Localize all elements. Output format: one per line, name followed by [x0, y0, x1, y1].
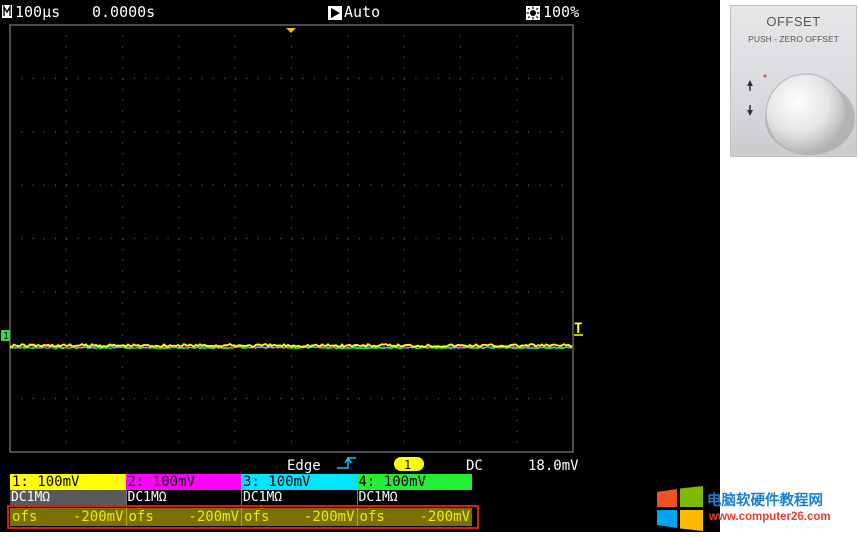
channel-2-coupling[interactable]: DC1MΩ: [125, 490, 241, 506]
watermark-url[interactable]: www.computer26.com: [709, 511, 831, 523]
trigger-position-marker: [286, 28, 296, 33]
channel-3-coupling[interactable]: DC1MΩ: [241, 490, 357, 506]
channel-2-scale[interactable]: 2: 100mV: [125, 474, 241, 490]
windows-logo-icon: [657, 486, 703, 531]
trigger-level: 18.0mV: [528, 458, 579, 474]
offset-highlight-box: [7, 505, 479, 529]
site-watermark: 电脑软硬件教程网 www.computer26.com: [655, 484, 855, 532]
arrow-up-icon: [747, 80, 753, 86]
ch1-marker-label: 1: [3, 331, 9, 342]
offset-knob[interactable]: [731, 6, 857, 157]
oscilloscope-screen: 100µs 0.0000s Auto 100% 1 T Edge 1 DC 18…: [0, 0, 720, 532]
graticule-dots: [21, 35, 574, 443]
trigger-coupling: DC: [466, 458, 483, 474]
trigger-type-label: Edge: [287, 458, 321, 474]
offset-knob-photo: OFFSET PUSH - ZERO OFFSET: [730, 5, 857, 157]
channel-1-scale[interactable]: 1: 100mV: [10, 474, 126, 490]
trigger-source: 1: [404, 458, 411, 472]
channel-3-scale[interactable]: 3: 100mV: [241, 474, 357, 490]
channel-4-coupling[interactable]: DC1MΩ: [356, 490, 472, 506]
waveform-graticule: 1 T Edge 1 DC 18.0mV: [1, 24, 583, 474]
arrow-down-icon: [747, 110, 753, 116]
channel-1-coupling[interactable]: DC1MΩ: [10, 490, 126, 506]
watermark-title: 电脑软硬件教程网: [707, 493, 823, 509]
channel-4-scale[interactable]: 4: 100mV: [356, 474, 472, 490]
